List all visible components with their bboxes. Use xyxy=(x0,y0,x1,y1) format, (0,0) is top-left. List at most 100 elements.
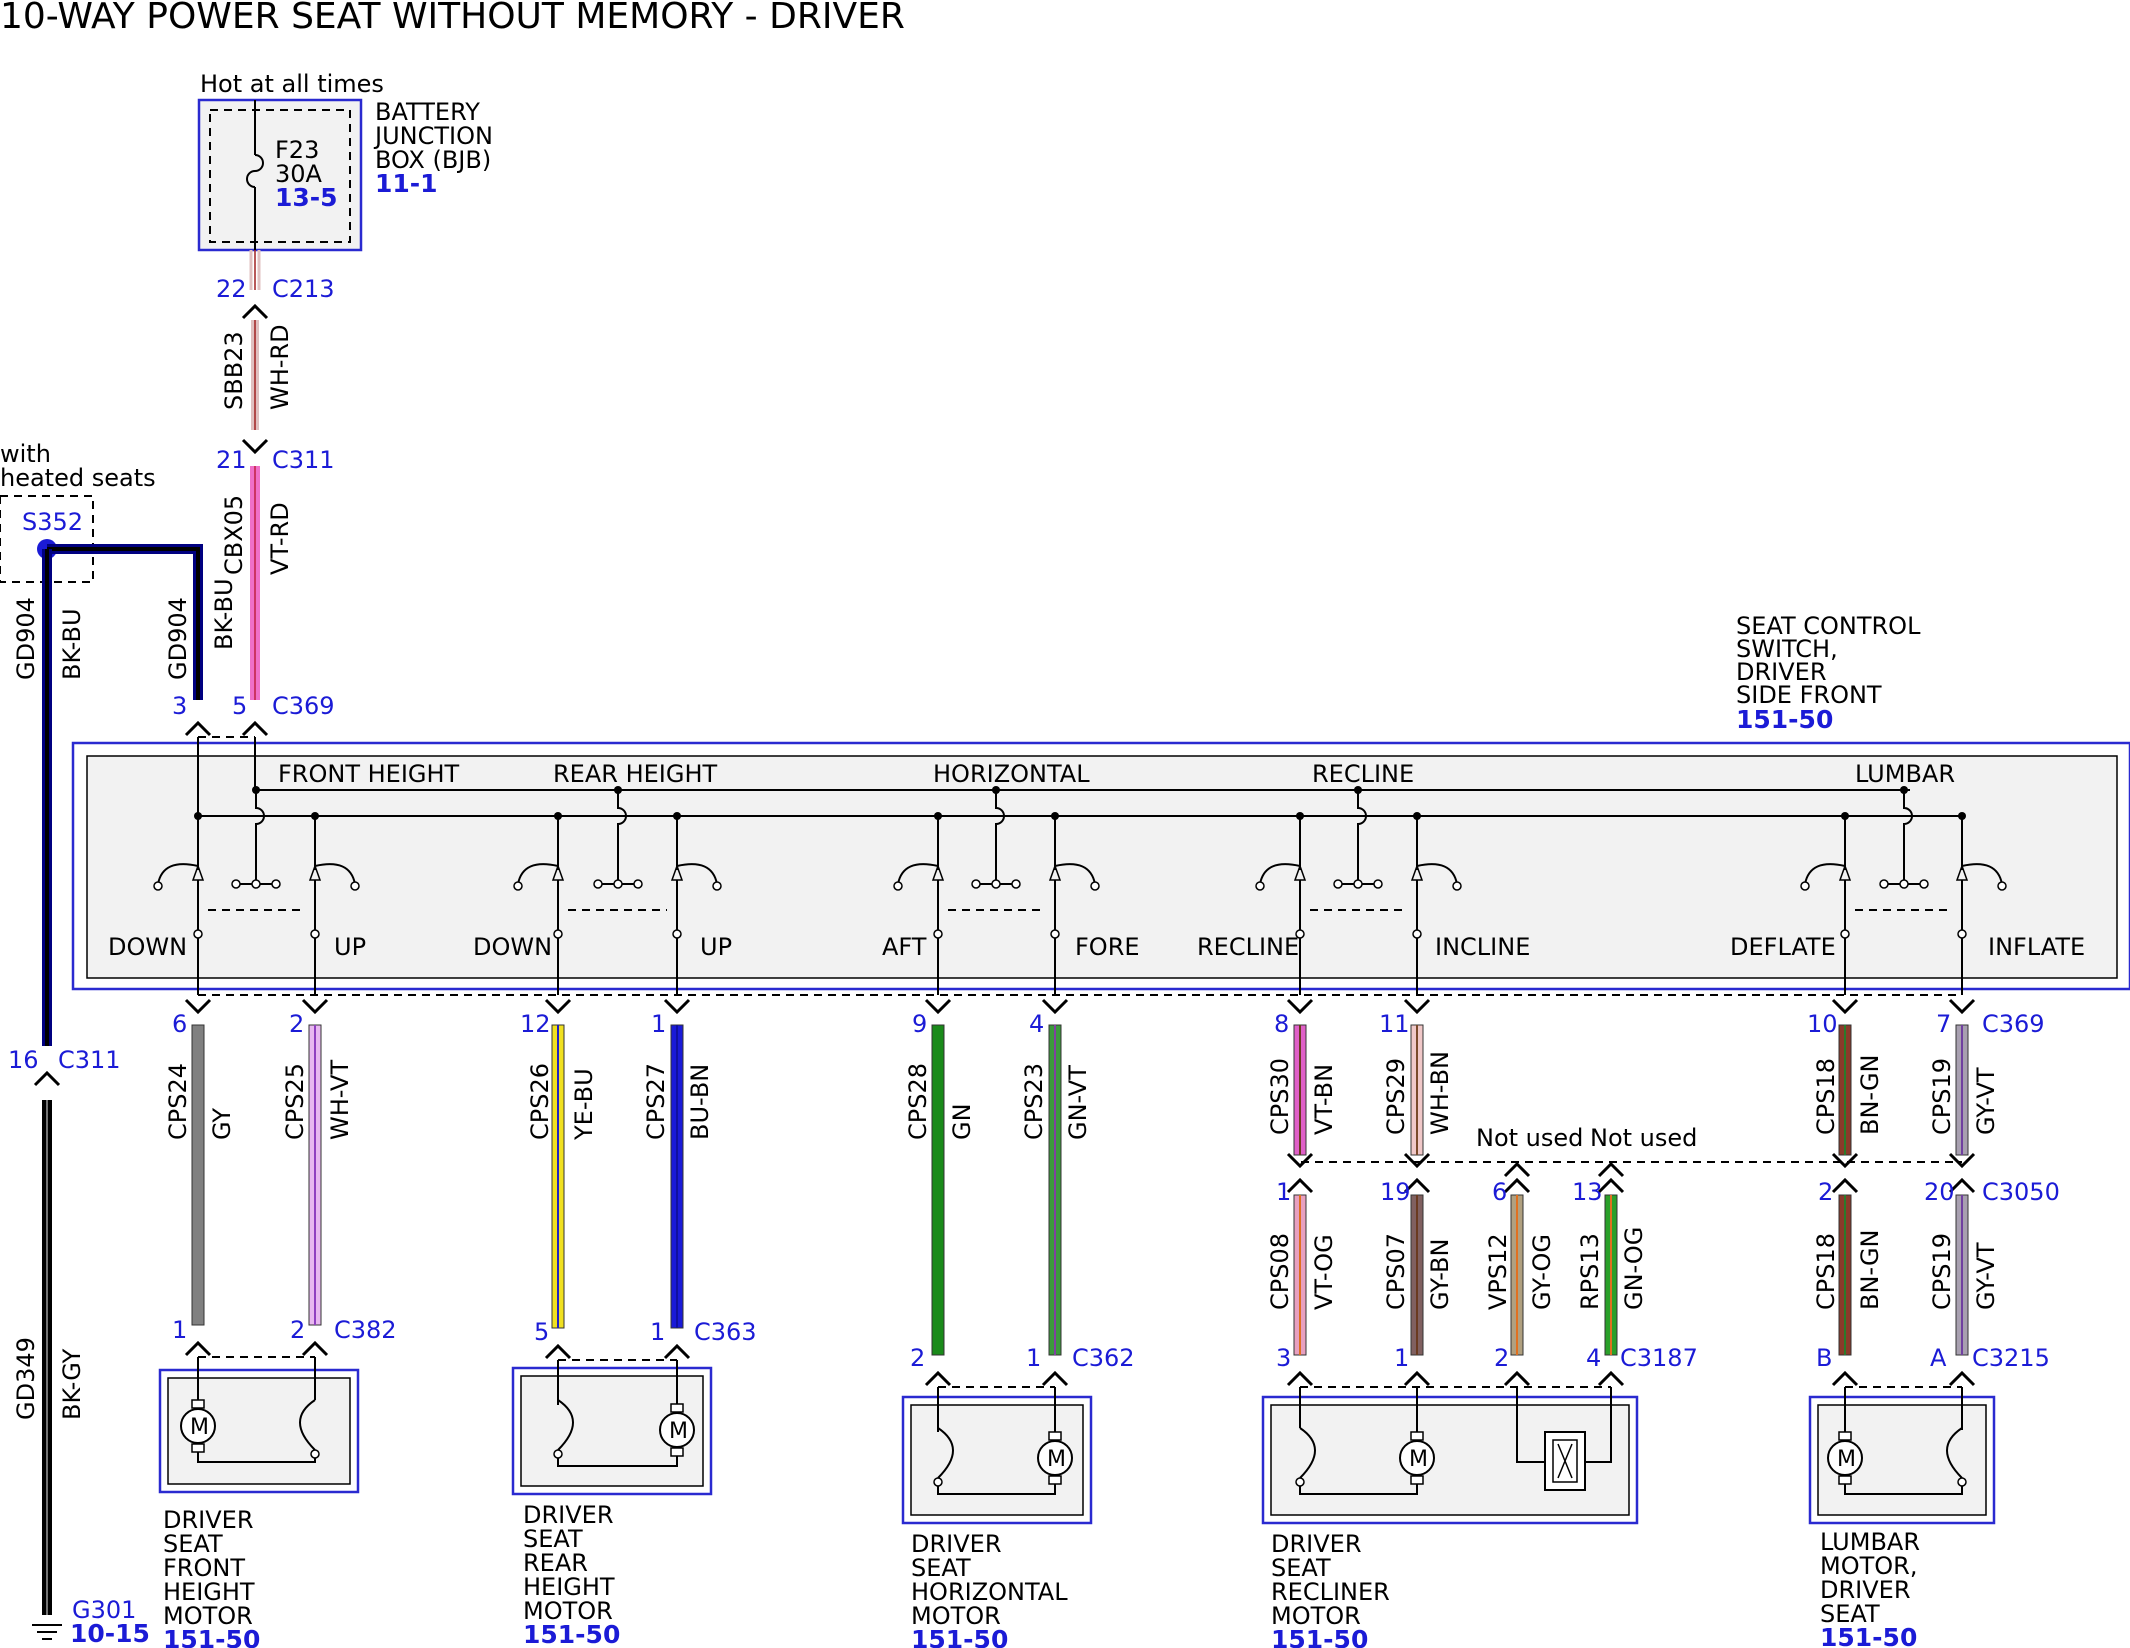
front-ref[interactable]: 151-50 xyxy=(163,1625,260,1648)
motor-cap xyxy=(1838,1475,1852,1485)
contact-terminal xyxy=(231,879,241,889)
heated-label-2: heated seats xyxy=(0,464,156,492)
contact-terminal xyxy=(1295,929,1305,939)
harness-wire xyxy=(191,1024,205,1326)
c3187-pin3: 3 xyxy=(1276,1344,1291,1372)
c363-name[interactable]: C363 xyxy=(694,1318,757,1346)
component-connector-arrow xyxy=(1041,1370,1069,1387)
cps30-circuit: CPS30 xyxy=(1266,1058,1294,1135)
motor-cap xyxy=(191,1443,205,1453)
contact-terminal xyxy=(310,929,320,939)
harness-connector-labels: 1 2 C382 5 1 C363 2 1 C362 1 19 6 13 2 2… xyxy=(172,1178,2060,1372)
component-connector-arrow xyxy=(1597,1370,1625,1387)
component-connector-arrow xyxy=(1403,1370,1431,1387)
contact-terminal xyxy=(513,881,523,891)
c382-pin2: 2 xyxy=(290,1316,305,1344)
c311a-name[interactable]: C311 xyxy=(272,446,335,474)
c369-pin-arrow xyxy=(924,998,952,1015)
c369-bottom-pins: 6 2 12 1 9 4 8 11 10 7 xyxy=(172,998,1976,1038)
cps26-color: YE-BU xyxy=(570,1068,598,1141)
c3050-pin19: 19 xyxy=(1380,1178,1411,1206)
cps23-color: GN-VT xyxy=(1064,1065,1092,1140)
not-used-2: Not used xyxy=(1590,1124,1697,1152)
c311b-pin: 16 xyxy=(8,1046,39,1074)
switch-right-label: UP xyxy=(700,933,732,961)
cps27-color: BU-BN xyxy=(686,1064,714,1140)
contact-terminal xyxy=(1919,879,1929,889)
contact-terminal xyxy=(153,881,163,891)
c369-pin-number: 6 xyxy=(172,1010,187,1038)
contact-terminal xyxy=(633,879,643,889)
c3050-pin1: 1 xyxy=(1276,1178,1291,1206)
c311a-pin: 21 xyxy=(216,446,247,474)
splice-s352[interactable]: S352 xyxy=(22,508,83,536)
c382-name[interactable]: C382 xyxy=(334,1316,397,1344)
scs-ref[interactable]: 151-50 xyxy=(1736,705,1833,734)
cps23-circuit: CPS23 xyxy=(1020,1063,1048,1140)
c369-pin-number: 12 xyxy=(520,1010,551,1038)
contact-terminal xyxy=(251,879,261,889)
component-connector-arrow xyxy=(301,1340,329,1357)
contact-terminal xyxy=(1333,879,1343,889)
bjb-ref[interactable]: 11-1 xyxy=(375,169,438,198)
motor-symbol: M xyxy=(669,1419,688,1444)
c369-pin-arrow xyxy=(663,998,691,1015)
c213-arrow xyxy=(241,303,269,320)
c369-name-top[interactable]: C369 xyxy=(272,692,335,720)
switch-group-name: RECLINE xyxy=(1312,760,1414,788)
not-used-arrow-1 xyxy=(1503,1161,1531,1178)
wiring-diagram: 10-WAY POWER SEAT WITHOUT MEMORY - DRIVE… xyxy=(0,0,2130,1648)
c369-pin-number: 8 xyxy=(1274,1010,1289,1038)
recline-ref[interactable]: 151-50 xyxy=(1271,1625,1368,1648)
switch-right-label: UP xyxy=(334,933,366,961)
cps24-circuit: CPS24 xyxy=(164,1063,192,1140)
component-connector-arrow xyxy=(544,1343,572,1360)
switch-left-label: DOWN xyxy=(473,933,552,961)
sensor-terminal xyxy=(933,1477,943,1487)
contact-terminal xyxy=(1997,881,2007,891)
c311b-name[interactable]: C311 xyxy=(58,1046,121,1074)
c3187-pin4: 4 xyxy=(1586,1344,1601,1372)
sensor-terminal xyxy=(1295,1477,1305,1487)
c213-name[interactable]: C213 xyxy=(272,275,335,303)
c369-pin-arrow xyxy=(301,998,329,1015)
gd904b-color: BK-BU xyxy=(210,578,238,650)
c3215-name[interactable]: C3215 xyxy=(1972,1344,2050,1372)
cps18a-circuit: CPS18 xyxy=(1812,1058,1840,1135)
component-connector-arrow xyxy=(1948,1370,1976,1387)
motor-cap xyxy=(1048,1475,1062,1485)
ground-ref[interactable]: 10-15 xyxy=(70,1619,150,1648)
lumbar-ref[interactable]: 151-50 xyxy=(1820,1623,1917,1648)
cps29-color: WH-BN xyxy=(1426,1051,1454,1135)
c369-pin-number: 7 xyxy=(1936,1010,1951,1038)
gd904b-circuit: GD904 xyxy=(164,597,192,680)
c369-pin-number: 2 xyxy=(289,1010,304,1038)
contact-terminal xyxy=(1373,879,1383,889)
motor-symbol: M xyxy=(190,1415,209,1440)
c3050-name[interactable]: C3050 xyxy=(1982,1178,2060,1206)
contact-terminal xyxy=(613,879,623,889)
c3187-name[interactable]: C3187 xyxy=(1620,1344,1698,1372)
c369-pin-arrow xyxy=(1948,998,1976,1015)
switch-group-name: LUMBAR xyxy=(1855,760,1955,788)
c362-name[interactable]: C362 xyxy=(1072,1344,1135,1372)
c3050-arrow-bottom xyxy=(1831,1177,1859,1194)
horiz-ref[interactable]: 151-50 xyxy=(911,1625,1008,1648)
rps13-circuit: RPS13 xyxy=(1576,1233,1604,1310)
cps30-color: VT-BN xyxy=(1310,1064,1338,1135)
c369-pin-number: 11 xyxy=(1379,1010,1410,1038)
fuse-ref[interactable]: 13-5 xyxy=(275,183,338,212)
sensor-terminal xyxy=(310,1449,320,1459)
contact-terminal xyxy=(1412,929,1422,939)
c3050-pin13: 13 xyxy=(1572,1178,1603,1206)
c3050-arrow-top xyxy=(1403,1152,1431,1169)
switch-right-label: FORE xyxy=(1075,933,1140,961)
cbx05-color: VT-RD xyxy=(266,502,294,575)
component-connector-arrow xyxy=(663,1343,691,1360)
c369-name-bottom[interactable]: C369 xyxy=(1982,1010,2045,1038)
rear-ref[interactable]: 151-50 xyxy=(523,1620,620,1648)
cbx05-circuit: CBX05 xyxy=(220,495,248,575)
cps07-circuit: CPS07 xyxy=(1382,1233,1410,1310)
c369-pin-3: 3 xyxy=(172,692,187,720)
sbb23-circuit: SBB23 xyxy=(220,331,248,410)
